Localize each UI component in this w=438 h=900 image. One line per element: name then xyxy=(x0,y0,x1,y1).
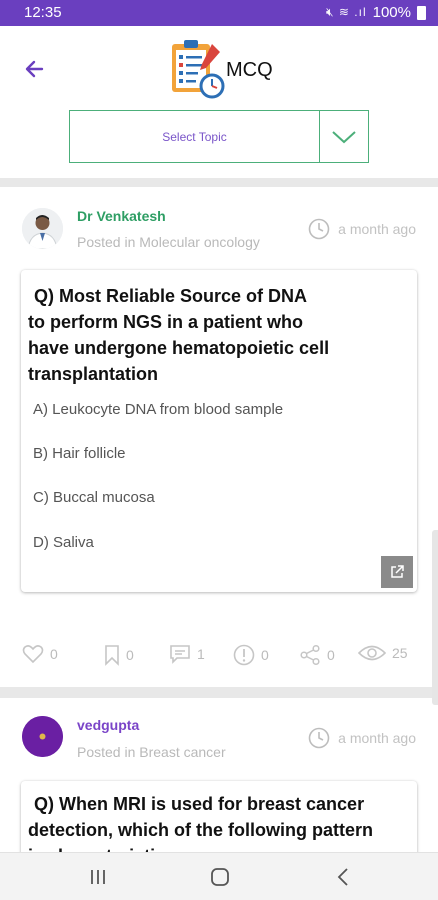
views: 25 xyxy=(358,644,408,662)
question-line: Q) When MRI is used for breast cancer xyxy=(34,794,365,814)
recent-apps-button[interactable] xyxy=(85,865,111,889)
question-line: Q) Most Reliable Source of DNA xyxy=(34,286,308,306)
avatar[interactable] xyxy=(22,208,63,249)
post-time: a month ago xyxy=(308,218,416,240)
alert-icon xyxy=(233,644,255,666)
select-topic-dropdown[interactable]: Select Topic xyxy=(69,110,369,163)
header: MCQ Select Topic xyxy=(0,26,438,178)
home-button[interactable] xyxy=(207,865,233,889)
like-button[interactable]: 0 xyxy=(22,644,58,664)
posted-in-category[interactable]: Posted in Breast cancer xyxy=(77,744,226,760)
mcq-logo-icon xyxy=(168,38,226,100)
post-card: vedgupta Posted in Breast cancer a month… xyxy=(0,698,438,852)
comment-icon xyxy=(170,645,190,664)
post-time-label: a month ago xyxy=(338,221,416,237)
bookmark-count: 0 xyxy=(126,647,134,663)
section-divider xyxy=(0,178,438,187)
select-topic-label: Select Topic xyxy=(70,111,320,162)
post-time: a month ago xyxy=(308,727,416,749)
heart-icon xyxy=(22,645,44,664)
question-line: transplantation xyxy=(28,364,159,384)
bookmark-icon xyxy=(105,645,119,666)
comment-count: 1 xyxy=(197,646,205,662)
question-line: to perform NGS in a patient who xyxy=(28,312,304,332)
back-chevron-icon xyxy=(337,868,348,886)
open-external-icon xyxy=(391,565,404,578)
like-count: 0 xyxy=(50,646,58,662)
report-button[interactable]: 0 xyxy=(233,644,269,666)
scrollbar[interactable] xyxy=(432,530,438,705)
user-avatar-icon xyxy=(22,716,63,757)
recent-apps-icon xyxy=(91,870,105,884)
posted-in-category[interactable]: Posted in Molecular oncology xyxy=(77,234,260,250)
status-indicators: 🔇︎ ≋ .ıl 100% xyxy=(326,4,426,21)
option-d[interactable]: D) Saliva xyxy=(33,534,94,551)
doctor-avatar-icon xyxy=(22,208,63,249)
back-arrow-icon xyxy=(25,60,44,78)
share-count: 0 xyxy=(327,647,335,663)
app-title: MCQ xyxy=(226,59,273,81)
chevron-down-icon[interactable] xyxy=(320,111,368,162)
question-line: is characteristic... xyxy=(28,843,403,852)
option-a[interactable]: A) Leukocyte DNA from blood sample xyxy=(33,401,283,418)
status-bar: 12:35 🔇︎ ≋ .ıl 100% xyxy=(0,0,438,26)
back-nav-button[interactable] xyxy=(330,865,356,889)
status-time: 12:35 xyxy=(24,4,62,21)
question-card[interactable]: Q) When MRI is used for breast cancer de… xyxy=(21,781,417,852)
back-button[interactable] xyxy=(20,56,50,82)
share-button[interactable]: 0 xyxy=(299,644,335,666)
question-text: Q) When MRI is used for breast cancer de… xyxy=(28,791,403,852)
comment-button[interactable]: 1 xyxy=(169,644,205,664)
eye-icon xyxy=(358,645,386,661)
author-name[interactable]: vedgupta xyxy=(77,717,139,733)
battery-percent: 100% xyxy=(372,4,411,21)
clock-icon xyxy=(308,727,330,749)
open-external-button[interactable] xyxy=(381,556,413,588)
view-count: 25 xyxy=(392,645,408,661)
battery-icon xyxy=(417,5,426,20)
post-card: Dr Venkatesh Posted in Molecular oncolog… xyxy=(0,187,438,687)
avatar[interactable] xyxy=(22,716,63,757)
system-navigation-bar xyxy=(0,852,438,900)
post-actions: 0 0 1 0 0 25 xyxy=(0,644,438,674)
question-text: Q) Most Reliable Source of DNA to perfor… xyxy=(28,283,403,387)
home-icon xyxy=(211,868,229,886)
author-name[interactable]: Dr Venkatesh xyxy=(77,208,166,224)
question-card[interactable]: Q) Most Reliable Source of DNA to perfor… xyxy=(21,270,417,592)
section-divider xyxy=(0,687,438,698)
question-line: detection, which of the following patter… xyxy=(28,820,373,840)
bookmark-button[interactable]: 0 xyxy=(104,644,134,666)
question-line: have undergone hematopoietic cell xyxy=(28,338,330,358)
mute-wifi-signal-icon: 🔇︎ ≋ .ıl xyxy=(326,5,367,19)
clock-icon xyxy=(308,218,330,240)
report-count: 0 xyxy=(261,647,269,663)
option-c[interactable]: C) Buccal mucosa xyxy=(33,489,155,506)
post-time-label: a month ago xyxy=(338,730,416,746)
option-b[interactable]: B) Hair follicle xyxy=(33,445,126,462)
share-icon xyxy=(300,644,320,666)
